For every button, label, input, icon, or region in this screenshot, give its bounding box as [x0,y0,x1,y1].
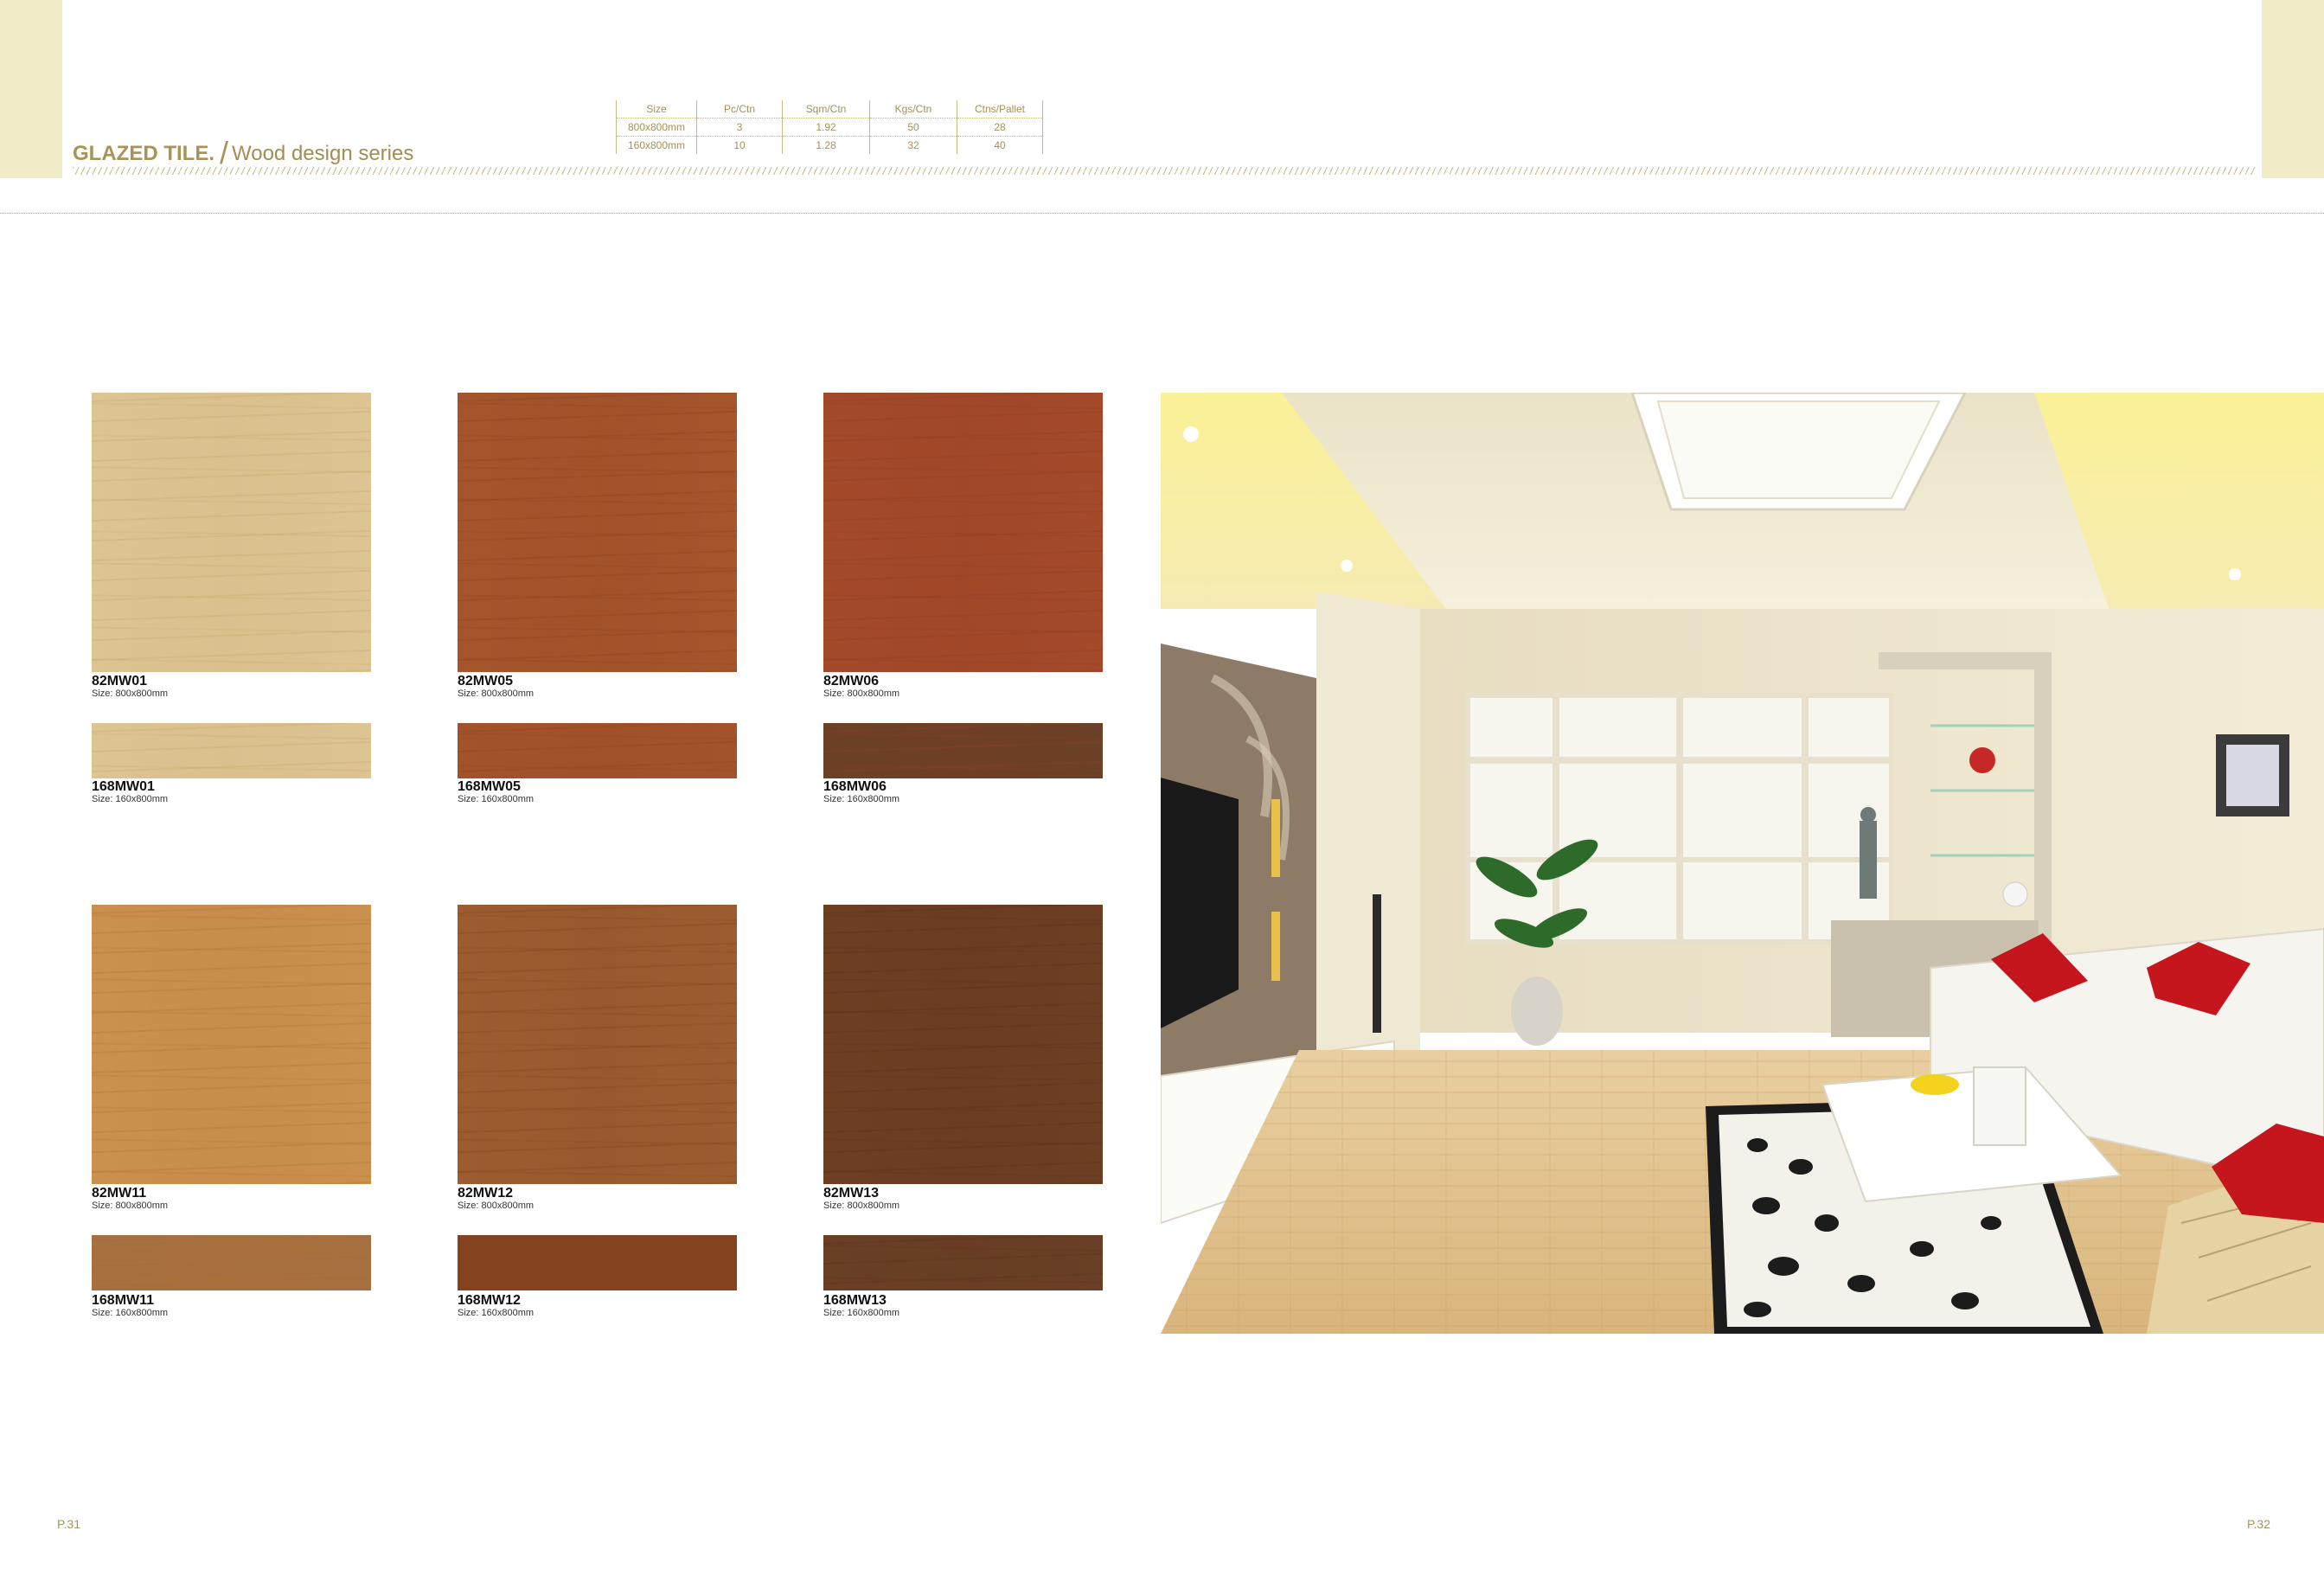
table-cell: 50 [869,118,957,137]
spec-header-kgs-ctn: Kgs/Ctn [869,100,957,118]
tile-size: Size: 800x800mm [458,688,535,699]
toy-figure-icon [1969,747,1995,773]
table-cell: 800x800mm [616,118,697,137]
table-cell: 10 [696,136,783,154]
page-header: GLAZED TILE. / Wood design series [73,131,414,170]
tile-code: 82MW13 [823,1186,880,1201]
page-number-left: P.31 [57,1517,80,1531]
tile-strip-168mw12 [458,1235,737,1290]
tile-size: Size: 800x800mm [823,1201,900,1211]
fruit-bowl-icon [1911,1074,1959,1095]
tile-swatch-82mw11 [92,905,371,1184]
room-illustration [1161,393,2324,1334]
statue-icon [1860,821,1877,899]
room-photo [1161,393,2324,1334]
dotted-divider [0,213,2324,214]
header-hatch-rule [73,167,2257,175]
spec-header-sqm-ctn: Sqm/Ctn [782,100,870,118]
tile-strip-168mw05 [458,723,737,778]
table-cell: 40 [957,136,1043,154]
wall-art-picture [2226,745,2279,806]
tv-screen-icon [1161,778,1239,1028]
spec-header-pc-ctn: Pc/Ctn [696,100,783,118]
left-corner-band [0,0,62,178]
strip-size: Size: 160x800mm [92,1308,169,1318]
tile-size: Size: 800x800mm [823,688,900,699]
table-cell: 1.92 [782,118,870,137]
strip-size: Size: 160x800mm [458,794,535,804]
strip-code: 168MW05 [458,779,521,794]
tile-swatch-82mw06 [823,393,1103,672]
table-row: 800x800mm 3 1.92 50 28 [616,118,1043,137]
tile-swatch-82mw13 [823,905,1103,1184]
teddy-bear-icon [2002,881,2028,907]
ceiling-spotlight [1183,426,1199,442]
strip-code: 168MW13 [823,1293,887,1308]
spec-table-header-row: Size Pc/Ctn Sqm/Ctn Kgs/Ctn Ctns/Pallet [616,100,1043,118]
header-subtitle: Wood design series [232,142,414,165]
tile-size: Size: 800x800mm [92,1201,169,1211]
strip-size: Size: 160x800mm [823,794,900,804]
strip-code: 168MW12 [458,1293,521,1308]
statue-head [1860,807,1876,823]
wall-accent-light [1271,799,1280,877]
tile-code: 82MW12 [458,1186,514,1201]
strip-size: Size: 160x800mm [92,794,169,804]
ceiling-spotlight [1341,560,1353,572]
table-cell: 160x800mm [616,136,697,154]
table-cell: 3 [696,118,783,137]
spec-header-size: Size [616,100,697,118]
header-title: GLAZED TILE. [73,142,214,165]
display-shelf-top [1879,652,2052,669]
tile-code: 82MW01 [92,674,148,688]
tile-code: 82MW11 [92,1186,147,1201]
left-side-wall [1316,592,1420,1050]
tile-size: Size: 800x800mm [92,688,169,699]
spec-header-ctns-pallet: Ctns/Pallet [957,100,1043,118]
tile-swatch-82mw05 [458,393,737,672]
tile-swatch-82mw12 [458,905,737,1184]
tile-swatch-82mw01 [92,393,371,672]
tile-code: 82MW05 [458,674,514,688]
table-cell: 32 [869,136,957,154]
ceiling-skylight-inner [1656,400,1941,499]
right-corner-band [2262,0,2324,178]
strip-size: Size: 160x800mm [823,1308,900,1318]
header-slash: / [220,135,229,170]
tile-size: Size: 800x800mm [458,1201,535,1211]
page-number-right: P.32 [2247,1517,2270,1531]
strip-code: 168MW01 [92,779,155,794]
strip-code: 168MW06 [823,779,887,794]
tile-strip-168mw13 [823,1235,1103,1290]
tile-strip-168mw06 [823,723,1103,778]
tile-code: 82MW06 [823,674,880,688]
wall-accent-light [1271,912,1280,981]
table-row: 160x800mm 10 1.28 32 40 [616,136,1043,154]
strip-code: 168MW11 [92,1293,155,1308]
table-cell: 1.28 [782,136,870,154]
plant-pot [1511,976,1563,1046]
strip-size: Size: 160x800mm [458,1308,535,1318]
tile-strip-168mw11 [92,1235,371,1290]
vase-icon [1973,1066,2026,1146]
table-cell: 28 [957,118,1043,137]
ceiling-spotlight [2229,568,2241,580]
display-shelf-side [2034,652,2052,964]
floor-speaker [1373,894,1381,1033]
spec-table: Size Pc/Ctn Sqm/Ctn Kgs/Ctn Ctns/Pallet … [616,100,1043,154]
tile-strip-168mw01 [92,723,371,778]
